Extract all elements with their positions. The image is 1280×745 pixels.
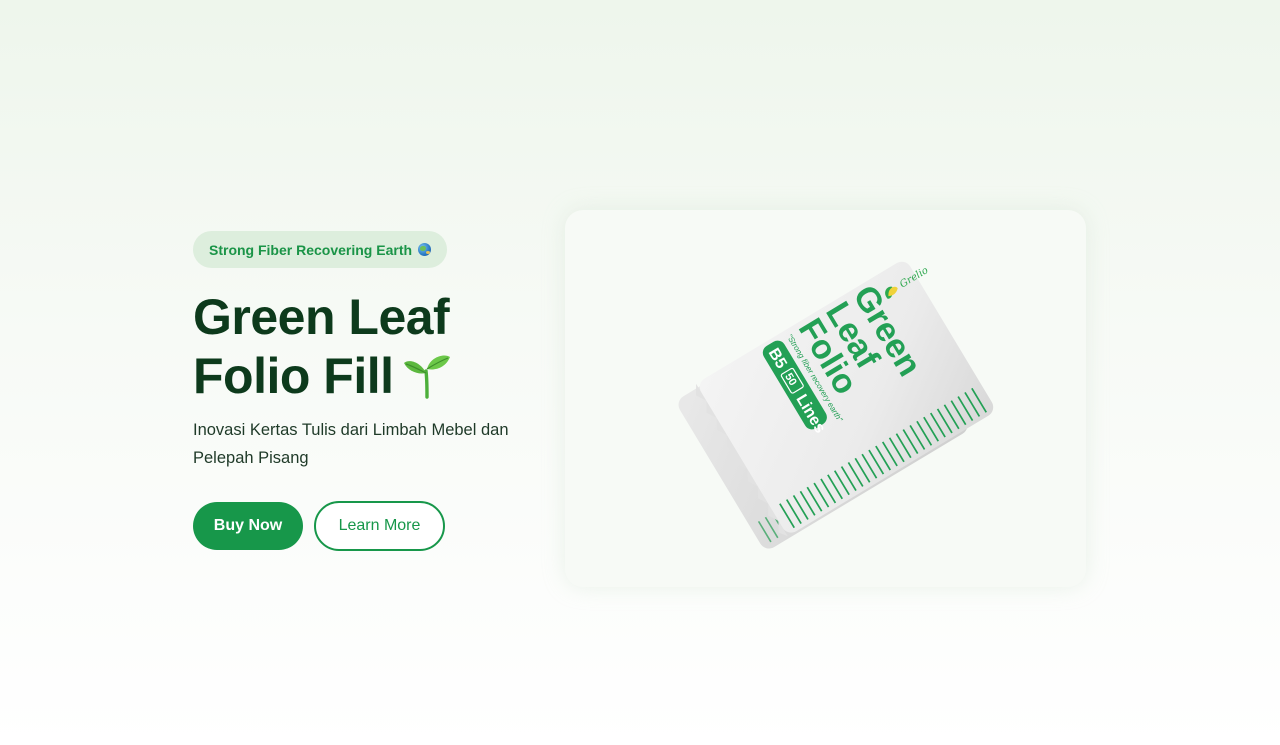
title-line-2-wrap: Folio Fill [193,347,452,406]
globe-icon [418,243,432,256]
title-line-1: Green Leaf [193,289,450,345]
page-title: Green Leaf Folio Fill [193,288,452,406]
product-image-card: Grelio Green Leaf Folio "Strong fiber re… [565,210,1086,587]
tagline-badge: Strong Fiber Recovering Earth [193,231,448,268]
hero-section: Strong Fiber Recovering Earth Green Leaf… [0,0,1280,745]
title-line-2: Folio Fill [193,348,394,404]
learn-more-button[interactable]: Learn More [314,501,445,551]
sprout-icon [403,355,450,399]
buy-now-button[interactable]: Buy Now [193,502,303,550]
badge-text: Strong Fiber Recovering Earth [209,241,413,258]
product-package-image: Grelio Green Leaf Folio "Strong fiber re… [678,261,994,549]
hero-subtitle: Inovasi Kertas Tulis dari Limbah Mebel d… [193,421,509,467]
